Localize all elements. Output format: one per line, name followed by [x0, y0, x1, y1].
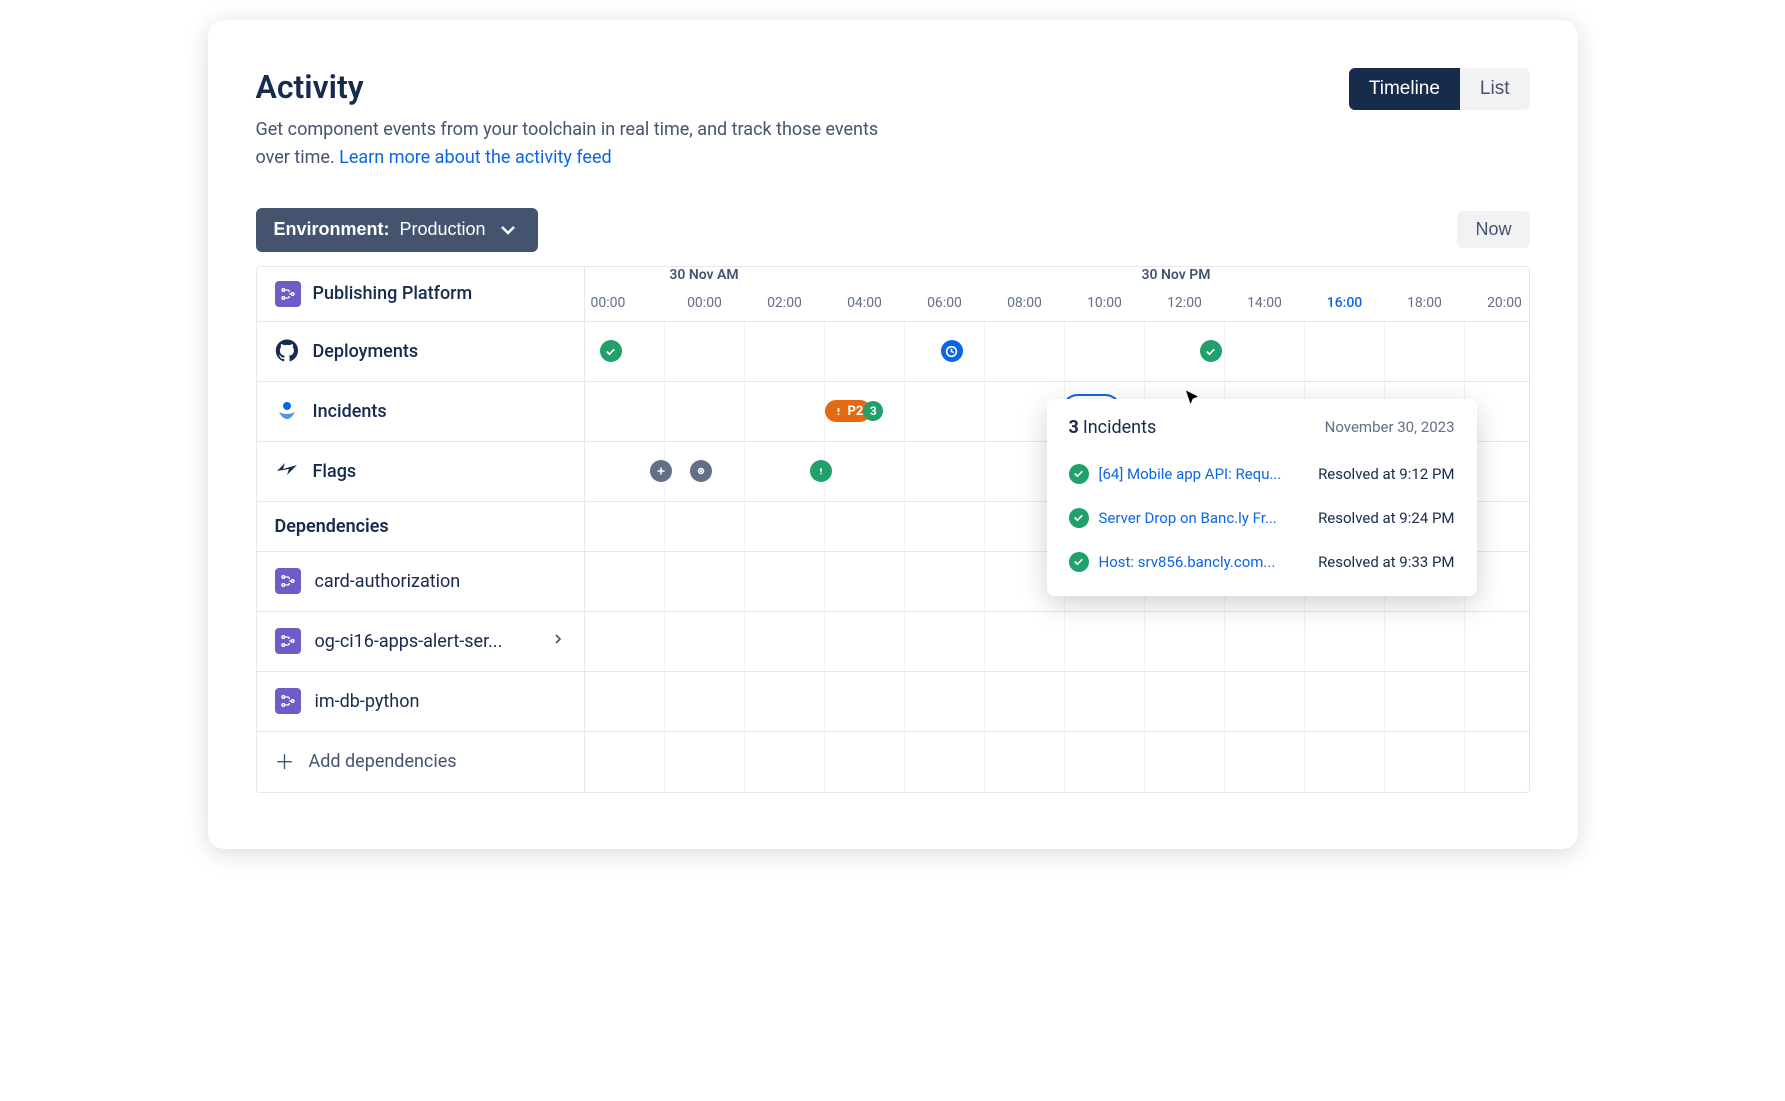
dependency-name: card-authorization [315, 571, 461, 592]
dependency-name: im-db-python [315, 691, 420, 712]
plus-icon: ＋ [275, 752, 295, 772]
tooltip-title: 3Incidents [1069, 417, 1157, 438]
resolved-icon [1069, 508, 1089, 528]
opsgenie-icon [275, 399, 299, 423]
dependency-row[interactable]: im-db-python [257, 672, 1529, 732]
deployment-event[interactable] [1200, 340, 1222, 362]
chevron-right-icon [550, 631, 566, 652]
incident-link[interactable]: Host: srv856.bancly.com... [1099, 553, 1276, 571]
hour-label: 12:00 [1145, 295, 1225, 319]
dependency-name: og-ci16-apps-alert-ser... [315, 631, 503, 652]
page-subtitle: Get component events from your toolchain… [256, 116, 896, 172]
hour-label: 14:00 [1225, 295, 1305, 319]
github-icon [275, 339, 299, 363]
tooltip-incident-row[interactable]: [64] Mobile app API: Requ... Resolved at … [1069, 452, 1455, 496]
component-icon [275, 688, 301, 714]
add-dependencies-row[interactable]: ＋ Add dependencies [257, 732, 1529, 792]
chevron-down-icon [496, 218, 520, 242]
resolved-icon [1069, 464, 1089, 484]
incident-event[interactable]: P23 [825, 400, 884, 422]
flag-event[interactable] [690, 460, 712, 482]
incident-status: Resolved at 9:33 PM [1318, 553, 1454, 571]
now-button[interactable]: Now [1457, 211, 1529, 248]
hour-label: 00:00 [665, 295, 745, 319]
hour-label: 16:00 [1305, 295, 1385, 319]
hour-label: 20:00 [1465, 295, 1529, 319]
component-name: Publishing Platform [313, 283, 473, 304]
tooltip-incident-row[interactable]: Server Drop on Banc.ly Fr... Resolved at … [1069, 496, 1455, 540]
flag-event[interactable] [650, 460, 672, 482]
tab-timeline[interactable]: Timeline [1349, 68, 1460, 110]
row-deployments: Deployments [257, 322, 1529, 382]
deployment-event[interactable] [941, 340, 963, 362]
tab-list[interactable]: List [1460, 68, 1530, 110]
incident-status: Resolved at 9:24 PM [1318, 509, 1454, 527]
page-title: Activity [256, 68, 896, 106]
launchdarkly-icon [275, 459, 299, 483]
hour-labels: 00:0000:0002:0004:0006:0008:0010:0012:00… [585, 295, 1529, 319]
learn-more-link[interactable]: Learn more about the activity feed [339, 147, 612, 168]
dependency-row[interactable]: og-ci16-apps-alert-ser... [257, 612, 1529, 672]
timeline-grid: Publishing Platform 30 Nov AM 30 Nov PM … [256, 266, 1530, 793]
incident-status: Resolved at 9:12 PM [1318, 465, 1454, 483]
view-toggle: Timeline List [1349, 68, 1530, 110]
hour-label: 02:00 [745, 295, 825, 319]
component-icon [275, 568, 301, 594]
flag-event[interactable] [810, 460, 832, 482]
environment-selector[interactable]: Environment: Production [256, 208, 538, 252]
day-labels: 30 Nov AM 30 Nov PM [585, 267, 1529, 295]
hour-label: 08:00 [985, 295, 1065, 319]
tooltip-date: November 30, 2023 [1325, 418, 1455, 436]
mouse-cursor-icon [1183, 389, 1201, 412]
hour-label: 04:00 [825, 295, 905, 319]
hour-label: 10:00 [1065, 295, 1145, 319]
resolved-icon [1069, 552, 1089, 572]
incident-tooltip: 3Incidents November 30, 2023 [64] Mobile… [1047, 399, 1477, 596]
component-icon [275, 628, 301, 654]
incident-link[interactable]: [64] Mobile app API: Requ... [1099, 465, 1282, 483]
activity-panel: Activity Get component events from your … [208, 20, 1578, 849]
component-icon [275, 281, 301, 307]
deployment-event[interactable] [600, 340, 622, 362]
incident-link[interactable]: Server Drop on Banc.ly Fr... [1099, 509, 1277, 527]
tooltip-incident-row[interactable]: Host: srv856.bancly.com... Resolved at 9:… [1069, 540, 1455, 584]
hour-label: 00:00 [585, 295, 665, 319]
hour-label: 06:00 [905, 295, 985, 319]
dependencies-header: Dependencies [275, 516, 389, 537]
hour-label: 18:00 [1385, 295, 1465, 319]
